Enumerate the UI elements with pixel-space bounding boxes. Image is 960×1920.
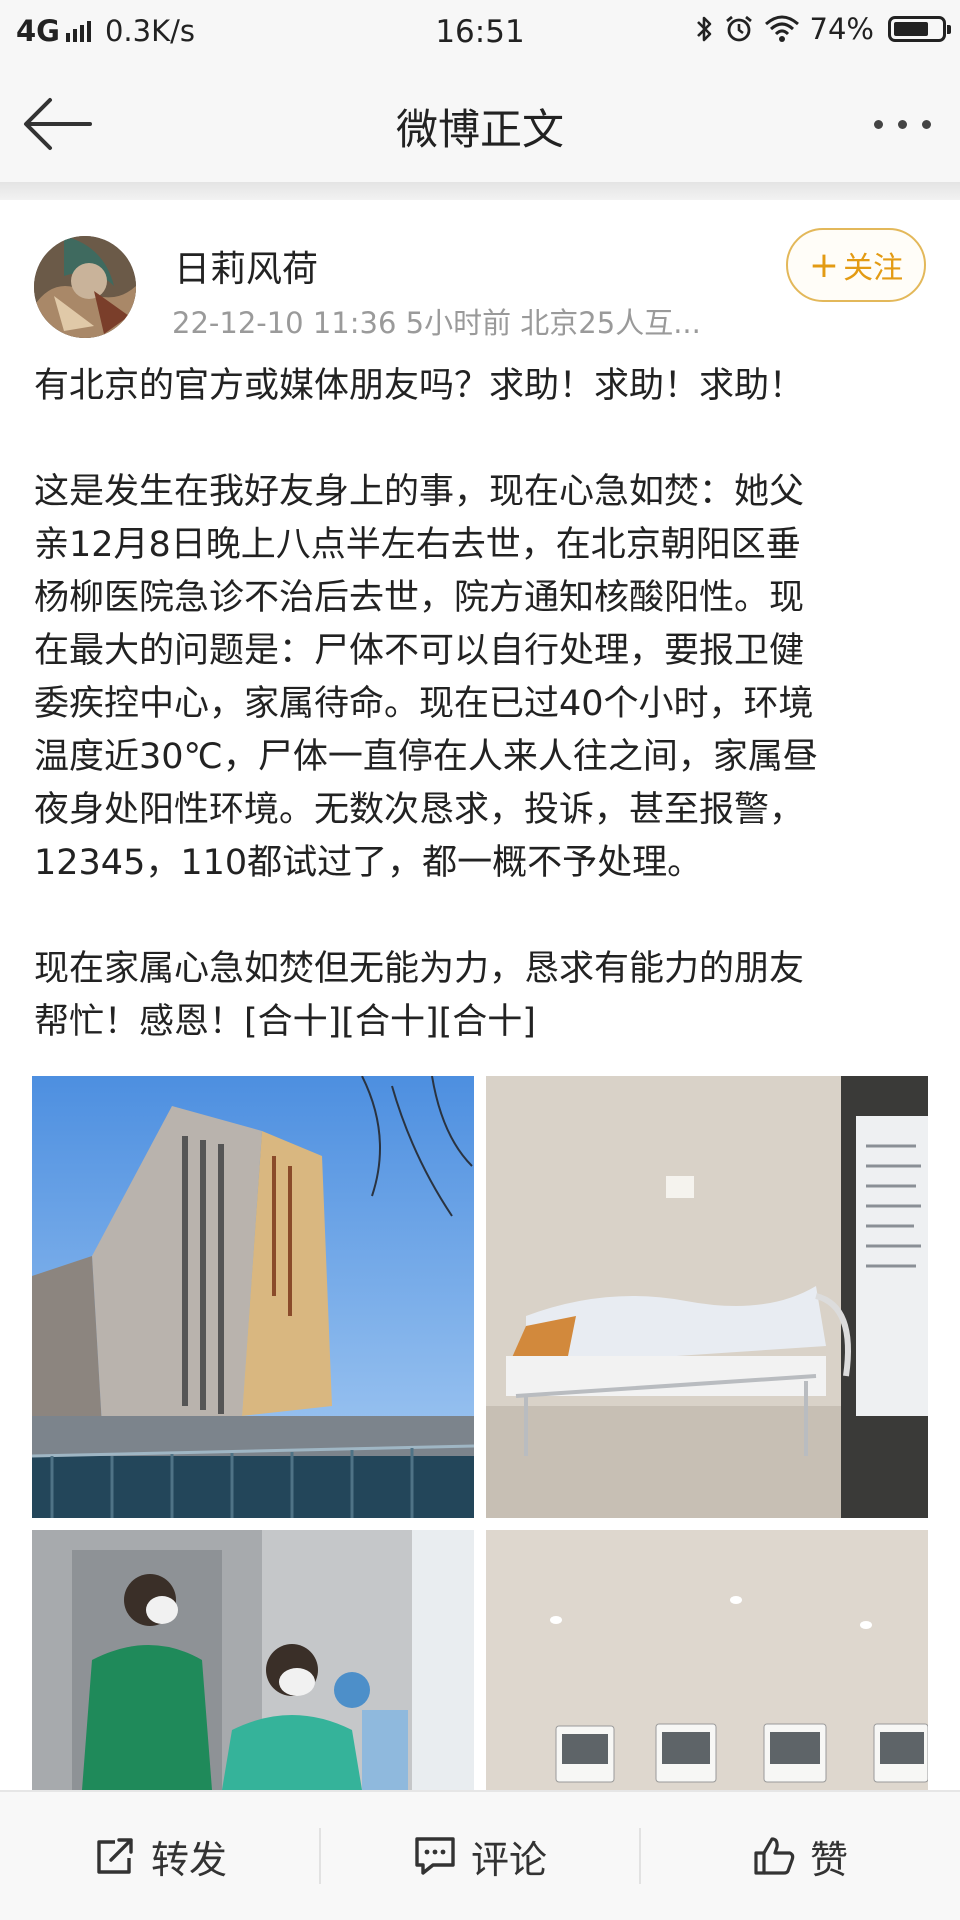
post-text-line: 帮忙！感恩！[合十][合十][合十]: [34, 1002, 536, 1042]
nav-bar: 微博正文: [0, 66, 960, 182]
thumbs-up-icon: [754, 1837, 795, 1875]
wifi-icon: [764, 15, 799, 42]
repost-button[interactable]: 转发: [0, 1792, 320, 1920]
username[interactable]: 日莉风荷: [174, 240, 318, 292]
avatar[interactable]: [34, 236, 136, 338]
battery-percent: 74%: [809, 12, 874, 46]
post-text-line: 有北京的官方或媒体朋友吗？求助！求助！求助！: [34, 366, 805, 406]
post-meta: 22-12-10 11:36 5小时前 北京25人互...: [172, 306, 701, 340]
post-text-line: 委疾控中心，家属待命。现在已过40个小时，环境: [34, 684, 814, 724]
plus-icon: +: [808, 244, 840, 286]
more-dots-icon: [922, 120, 931, 129]
photo-hospital-bed[interactable]: [486, 1076, 928, 1518]
follow-button[interactable]: + 关注: [786, 228, 926, 302]
status-right: 74%: [694, 12, 951, 46]
follow-label: 关注: [843, 251, 904, 286]
like-button[interactable]: 赞: [640, 1792, 960, 1920]
post-body: 有北京的官方或媒体朋友吗？求助！求助！求助！ 这是发生在我好友身上的事，现在心急如…: [34, 360, 930, 1049]
more-button[interactable]: [868, 96, 938, 152]
more-dots-icon: [874, 120, 883, 129]
repost-label: 转发: [150, 1837, 227, 1882]
like-label: 赞: [809, 1837, 848, 1882]
photo-thermostats[interactable]: [486, 1530, 928, 1790]
nav-divider: [0, 182, 960, 200]
repost-icon: [97, 1838, 133, 1874]
comment-icon: [415, 1837, 455, 1875]
photo-hospital-building[interactable]: [32, 1076, 474, 1518]
post-text-line: 温度近30℃，尸体一直停在人来人往之间，家属昼: [34, 737, 818, 777]
post-text-line: 在最大的问题是：尸体不可以自行处理，要报卫健: [34, 631, 805, 671]
action-bar: 转发 评论 赞: [0, 1790, 960, 1920]
post-text-line: 夜身处阳性环境。无数次恳求，投诉，甚至报警，: [34, 790, 805, 830]
post-text-line: 这是发生在我好友身上的事，现在心急如焚：她父: [34, 472, 805, 512]
more-dots-icon: [898, 120, 907, 129]
battery-level: [894, 22, 928, 36]
status-bar: 4G 0.3K/s 16:51 74%: [0, 0, 960, 66]
post-text-line: 亲12月8日晚上八点半左右去世，在北京朝阳区垂: [34, 525, 801, 565]
bluetooth-icon: [696, 16, 711, 42]
alarm-icon: [725, 15, 752, 42]
post-text-line: 杨柳医院急诊不治后去世，院方通知核酸阳性。现: [34, 578, 805, 618]
post-text-line: 12345，110都试过了，都一概不予处理。: [34, 843, 703, 883]
page-title: 微博正文: [395, 105, 564, 154]
comment-button[interactable]: 评论: [320, 1792, 640, 1920]
battery-icon: [888, 16, 951, 42]
photo-medical-staff[interactable]: [32, 1530, 474, 1790]
comment-label: 评论: [470, 1837, 547, 1882]
post-text-line: 现在家属心急如焚但无能为力，恳求有能力的朋友: [34, 949, 805, 989]
